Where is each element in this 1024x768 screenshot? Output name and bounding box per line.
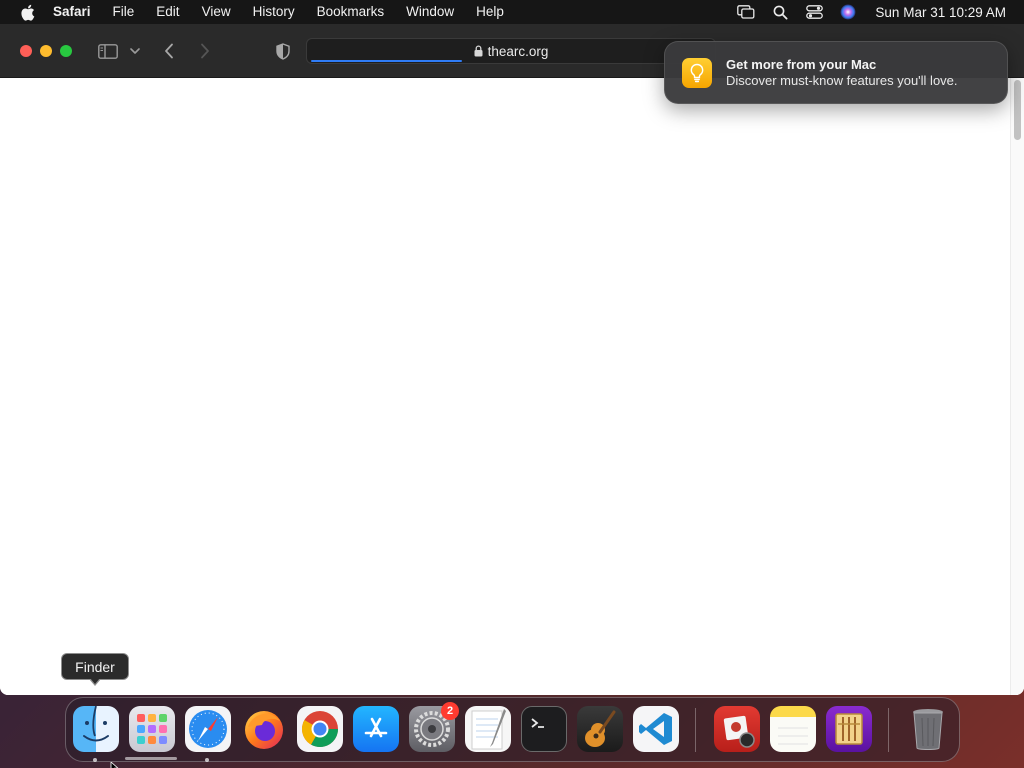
siri-icon[interactable] — [837, 3, 859, 21]
abacus-icon[interactable] — [826, 706, 872, 752]
page-load-progress-bar — [311, 60, 462, 62]
lightbulb-icon — [682, 57, 712, 88]
mouse-cursor-icon — [110, 759, 120, 768]
menu-view[interactable]: View — [191, 0, 242, 24]
safari-icon[interactable] — [185, 706, 231, 752]
notes-icon[interactable] — [770, 706, 816, 752]
dock — [65, 697, 960, 762]
garageband-icon[interactable] — [577, 706, 623, 752]
forward-chevron-icon[interactable] — [196, 41, 214, 61]
menu-app-name[interactable]: Safari — [49, 0, 102, 24]
menu-file[interactable]: File — [102, 0, 146, 24]
back-chevron-icon[interactable] — [160, 41, 178, 61]
notification-title: Get more from your Mac — [726, 56, 877, 72]
menu-history[interactable]: History — [242, 0, 306, 24]
tab-group-chevron-down-icon[interactable] — [128, 43, 142, 59]
dock-separator — [695, 708, 696, 752]
privacy-shield-icon[interactable] — [273, 41, 293, 61]
finder-icon[interactable] — [73, 706, 119, 752]
firefox-icon[interactable] — [241, 706, 287, 752]
safari-running-indicator — [205, 758, 209, 762]
web-page-content[interactable] — [0, 78, 1024, 695]
dock-tooltip-arrow-fill — [90, 678, 100, 684]
app-store-icon[interactable] — [353, 706, 399, 752]
terminal-icon[interactable] — [521, 706, 567, 752]
menu-bar: Safari File Edit View History Bookmarks … — [0, 0, 1024, 24]
sidebar-toggle-icon[interactable] — [97, 41, 119, 61]
system-settings-badge: 2 — [441, 702, 459, 720]
window-minimize-button[interactable] — [40, 45, 52, 57]
dock-separator-trash — [888, 708, 889, 752]
menu-edit[interactable]: Edit — [145, 0, 190, 24]
menubar-clock[interactable]: Sun Mar 31 10:29 AM — [865, 5, 1024, 20]
photo-booth-icon[interactable] — [714, 706, 760, 752]
dock-scroll-indicator — [125, 757, 177, 760]
lock-icon — [474, 45, 483, 57]
apple-logo-icon[interactable] — [17, 2, 37, 22]
finder-running-indicator — [93, 758, 97, 762]
dock-tooltip: Finder — [61, 653, 129, 680]
safari-window: thearc.org — [0, 24, 1024, 695]
address-bar-url: thearc.org — [487, 43, 549, 59]
notification-body: Discover must-know features you'll love. — [726, 72, 958, 88]
spotlight-search-icon[interactable] — [769, 3, 791, 21]
address-bar[interactable]: thearc.org — [306, 38, 716, 64]
menu-window[interactable]: Window — [395, 0, 465, 24]
window-close-button[interactable] — [20, 45, 32, 57]
textedit-icon[interactable] — [465, 706, 511, 752]
launchpad-icon[interactable] — [129, 706, 175, 752]
menu-help[interactable]: Help — [465, 0, 515, 24]
screen-mirroring-icon[interactable] — [735, 3, 757, 21]
chrome-icon[interactable] — [297, 706, 343, 752]
notification-banner[interactable]: Get more from your Mac Discover must-kno… — [664, 41, 1008, 104]
menu-bookmarks[interactable]: Bookmarks — [306, 0, 396, 24]
vscode-icon[interactable] — [633, 706, 679, 752]
control-center-icon[interactable] — [803, 3, 825, 21]
trash-icon[interactable] — [905, 706, 951, 752]
page-scrollbar-thumb[interactable] — [1014, 80, 1021, 140]
window-zoom-button[interactable] — [60, 45, 72, 57]
page-scrollbar[interactable] — [1010, 78, 1024, 695]
